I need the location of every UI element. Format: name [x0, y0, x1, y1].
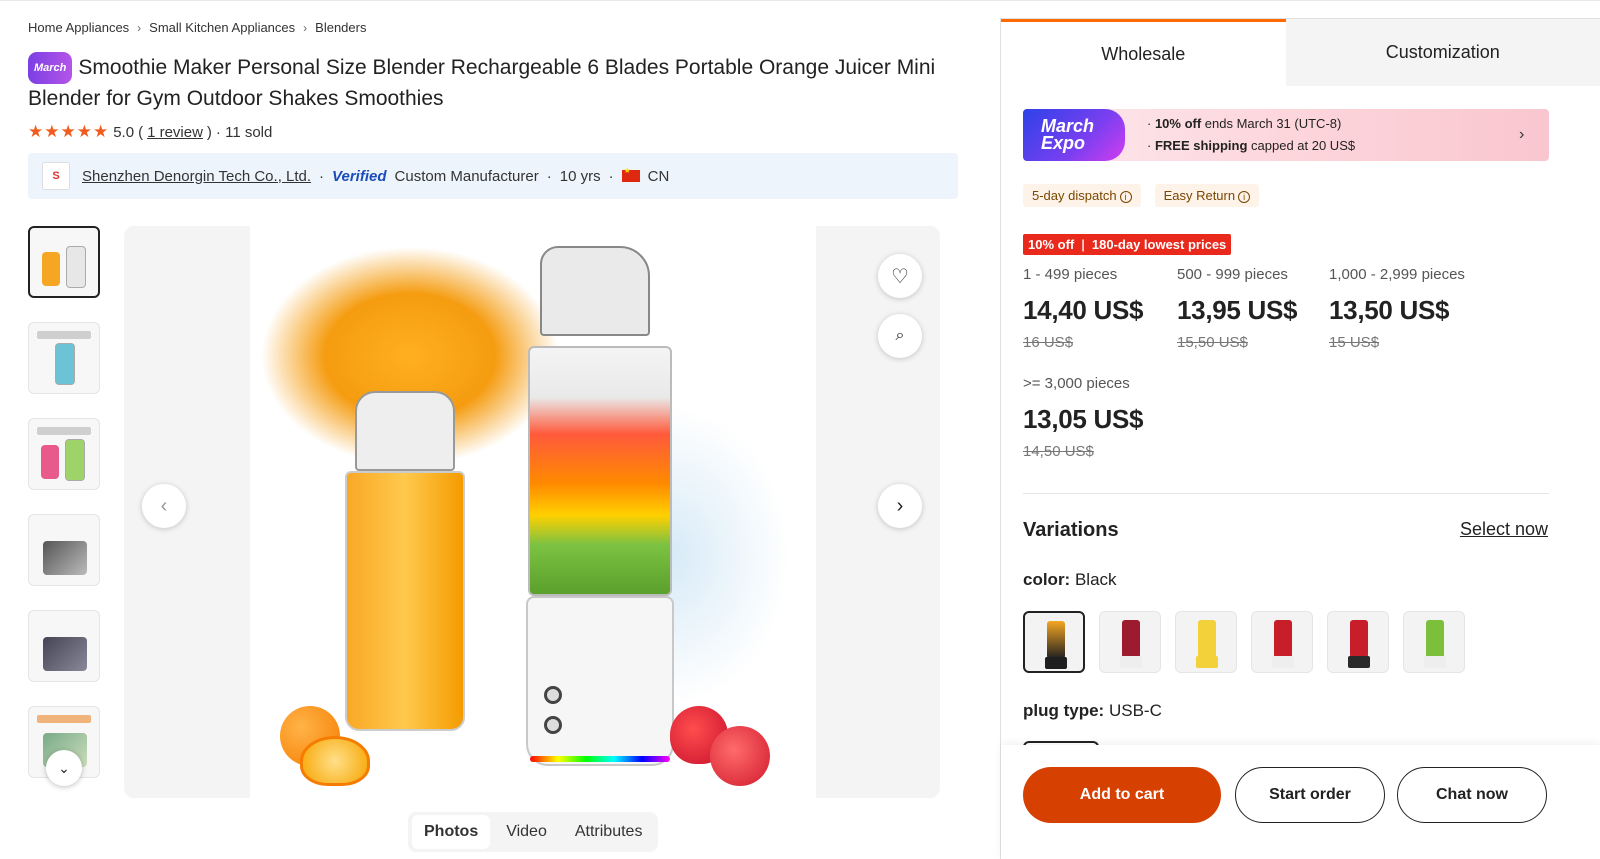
paren-close: ) [206, 123, 212, 141]
chevron-right-icon: › [1519, 126, 1525, 143]
service-chips: 5-day dispatch i Easy Return i [1023, 184, 1260, 207]
china-flag-icon [621, 166, 640, 182]
paren-open: ( [138, 123, 144, 141]
dot-separator: · [546, 167, 552, 185]
chevron-right-icon: › [303, 20, 308, 35]
price-tier: 1 - 499 pieces 14,40 US$ 16 US$ [1023, 266, 1144, 351]
promo-banner[interactable]: March Expo · 10% off ends March 31 (UTC-8… [1023, 109, 1549, 161]
color-swatch[interactable] [1099, 611, 1161, 673]
verified-badge[interactable]: Verified [332, 168, 386, 185]
purchase-tabs: Wholesale Customization [1001, 19, 1600, 86]
chevron-left-icon[interactable]: ‹ [142, 484, 186, 528]
march-expo-logo: March Expo [1023, 109, 1125, 161]
color-label: color: Black [1023, 570, 1117, 589]
thumbnail[interactable] [28, 610, 100, 682]
supplier-name[interactable]: Shenzhen Denorgin Tech Co., Ltd. [82, 168, 311, 185]
rating-value: 5.0 [113, 123, 135, 141]
supplier-country: CN [647, 167, 670, 185]
price-tier: >= 3,000 pieces 13,05 US$ 14,50 US$ [1023, 375, 1144, 460]
product-title: March Smoothie Maker Personal Size Blende… [28, 52, 958, 114]
color-swatches [1023, 611, 1465, 673]
breadcrumb: Home Appliances › Small Kitchen Applianc… [28, 20, 366, 35]
chevron-right-icon: › [137, 20, 142, 35]
purchase-panel: Wholesale Customization March Expo · 10% … [1000, 18, 1600, 859]
thumbnail[interactable] [28, 322, 100, 394]
march-expo-badge: March [28, 52, 73, 84]
add-to-cart-button[interactable]: Add to cart [1023, 767, 1221, 823]
supplier-years: 10 yrs [559, 167, 601, 185]
supplier-logo[interactable]: S [42, 162, 70, 190]
image-search-icon[interactable]: ⌕ [878, 314, 922, 358]
start-order-button[interactable]: Start order [1235, 767, 1385, 823]
heart-icon[interactable]: ♡ [878, 254, 922, 298]
large-blender-image [520, 246, 680, 776]
promo-text: · 10% off ends March 31 (UTC-8) · FREE s… [1147, 116, 1356, 153]
small-blender-image [335, 391, 475, 761]
thumbnail[interactable] [28, 226, 100, 298]
deal-badge: 10% off | 180-day lowest prices [1023, 234, 1232, 255]
select-now-link[interactable]: Select now [1460, 519, 1548, 540]
chevron-down-icon[interactable]: ⌄ [46, 750, 82, 786]
product-main: Home Appliances › Small Kitchen Applianc… [28, 0, 960, 859]
main-image[interactable]: ‹ › ♡ ⌕ [124, 226, 940, 798]
info-icon: i [1238, 191, 1251, 203]
breadcrumb-item[interactable]: Home Appliances [28, 20, 129, 35]
plug-type-label: plug type: USB-C [1023, 701, 1162, 720]
product-title-text: Smoothie Maker Personal Size Blender Rec… [28, 56, 936, 110]
tab-photos[interactable]: Photos [412, 815, 491, 849]
star-rating-icon: ★★★★★ [28, 122, 110, 141]
color-swatch[interactable] [1251, 611, 1313, 673]
chevron-right-icon[interactable]: › [878, 484, 922, 528]
rating-row: ★★★★★ 5.0 (1 review) · 11 sold [28, 122, 272, 142]
thumbnail[interactable] [28, 514, 100, 586]
thumbnail[interactable] [28, 418, 100, 490]
supplier-bar: S Shenzhen Denorgin Tech Co., Ltd. · Ver… [28, 153, 958, 199]
tab-attributes[interactable]: Attributes [563, 815, 655, 849]
sold-count: · 11 sold [215, 123, 273, 141]
dispatch-chip[interactable]: 5-day dispatch i [1023, 184, 1141, 207]
divider [1023, 493, 1549, 494]
dot-separator: · [608, 167, 614, 185]
chat-now-button[interactable]: Chat now [1397, 767, 1547, 823]
color-swatch[interactable] [1023, 611, 1085, 673]
dot-separator: · [319, 167, 325, 185]
tab-wholesale[interactable]: Wholesale [1001, 19, 1286, 86]
color-swatch[interactable] [1327, 611, 1389, 673]
breadcrumb-item[interactable]: Small Kitchen Appliances [149, 20, 295, 35]
info-icon: i [1119, 191, 1132, 203]
price-tier: 500 - 999 pieces 13,95 US$ 15,50 US$ [1177, 266, 1298, 351]
supplier-type: Custom Manufacturer [394, 167, 539, 185]
breadcrumb-item[interactable]: Blenders [315, 20, 366, 35]
action-bar: Add to cart Start order Chat now [1001, 745, 1600, 859]
tab-video[interactable]: Video [494, 815, 559, 849]
easy-return-chip[interactable]: Easy Return i [1154, 184, 1260, 207]
thumbnail-list [28, 226, 100, 802]
tab-customization[interactable]: Customization [1285, 19, 1600, 86]
price-tier: 1,000 - 2,999 pieces 13,50 US$ 15 US$ [1329, 266, 1465, 351]
product-photo [250, 226, 816, 798]
color-swatch[interactable] [1175, 611, 1237, 673]
variations-title: Variations [1023, 519, 1119, 541]
media-tabs: Photos Video Attributes [408, 812, 659, 852]
color-swatch[interactable] [1403, 611, 1465, 673]
review-link[interactable]: 1 review [147, 124, 203, 141]
